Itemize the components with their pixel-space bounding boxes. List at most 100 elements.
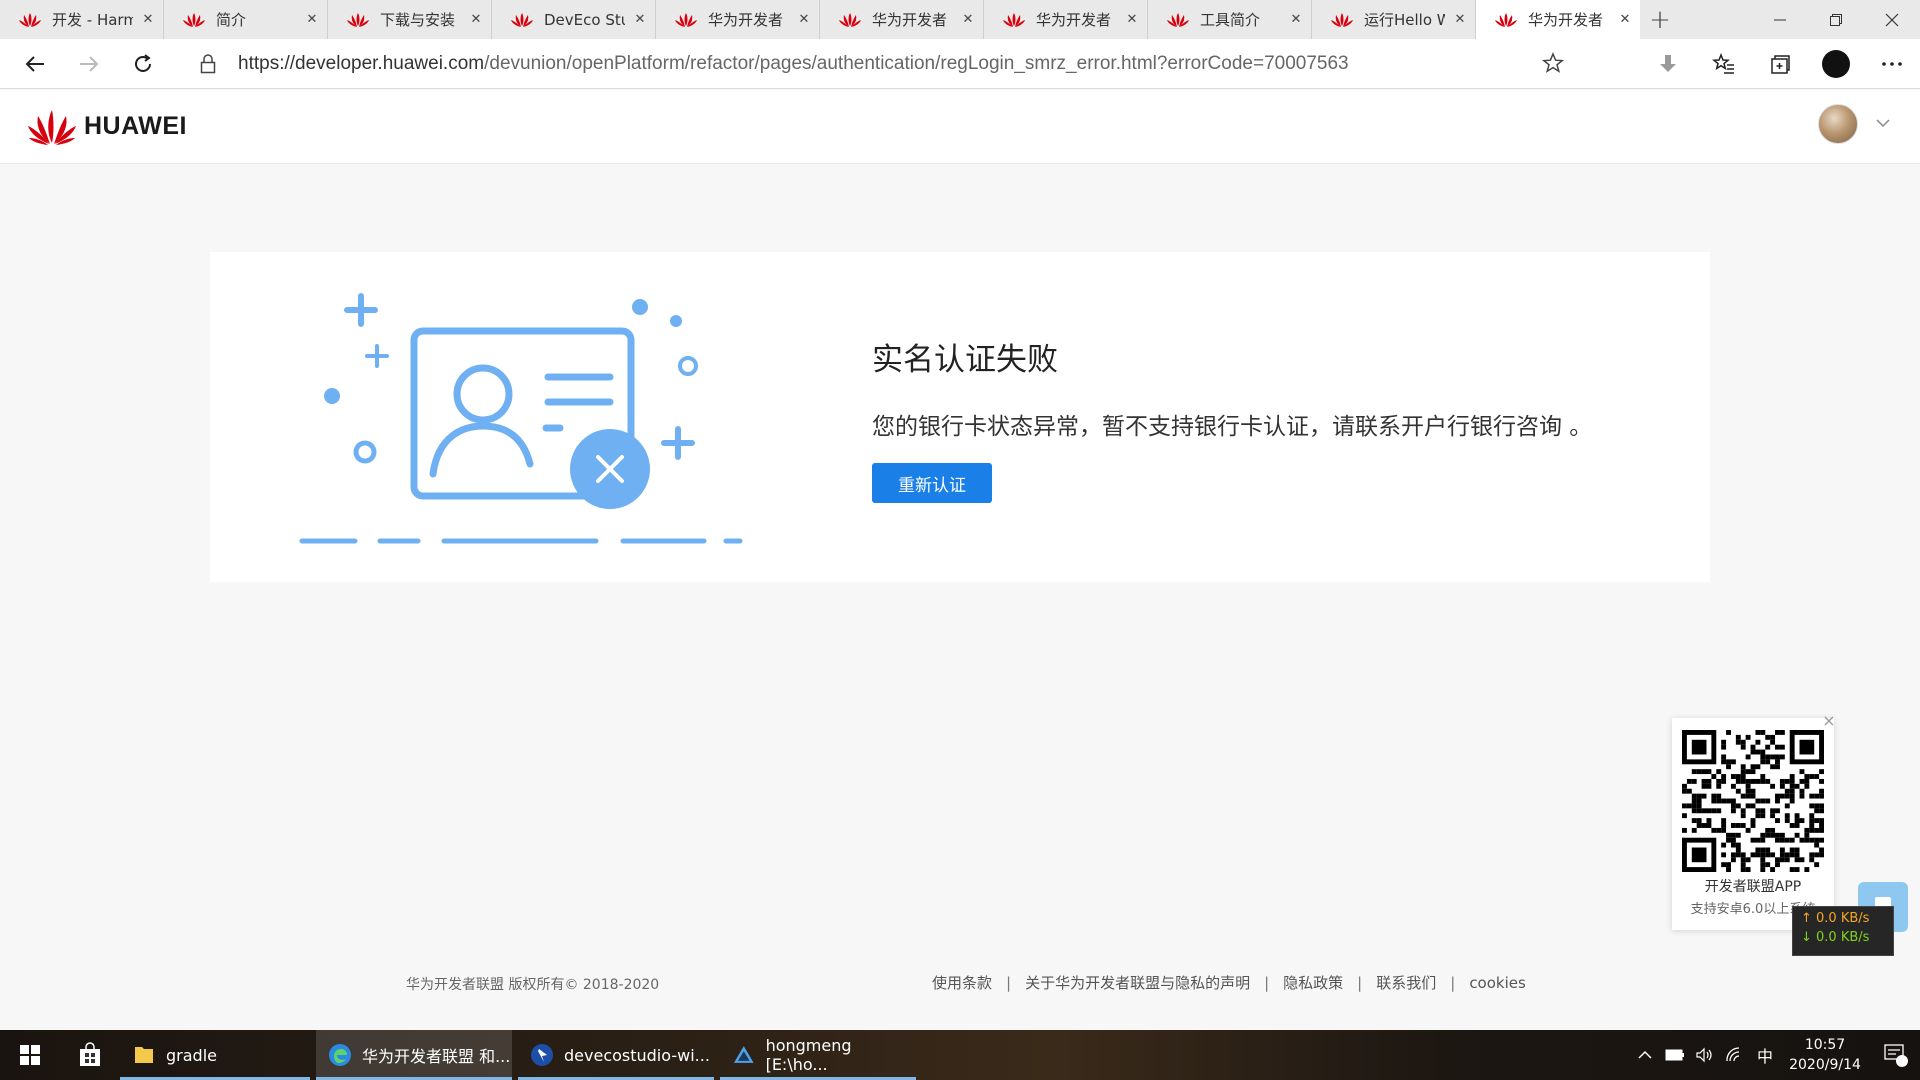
taskbar-item-hongmeng[interactable]: hongmeng [E:\ho... <box>720 1030 916 1080</box>
tab-title: 下载与安装 <box>380 11 456 29</box>
tab-close-icon[interactable]: ✕ <box>1281 12 1311 27</box>
taskbar-item-edge[interactable]: 华为开发者联盟 和... <box>316 1030 512 1080</box>
tab-title: DevEco Stuc <box>544 10 625 29</box>
browser-tab[interactable]: 下载与安装 ✕ <box>328 0 492 39</box>
clock-date: 2020/9/14 <box>1789 1057 1861 1073</box>
huawei-favicon-icon <box>510 12 534 28</box>
start-button[interactable] <box>0 1030 60 1080</box>
taskbar-item-gradle[interactable]: gradle <box>120 1030 310 1080</box>
net-speed-widget: ↑ 0.0 KB/s ↓ 0.0 KB/s <box>1792 906 1894 956</box>
tab-close-icon[interactable]: ✕ <box>461 12 491 27</box>
collections-icon[interactable] <box>1752 39 1808 89</box>
tab-close-icon[interactable]: ✕ <box>1117 12 1147 27</box>
clock-time: 10:57 <box>1804 1037 1846 1053</box>
upload-speed: ↑ 0.0 KB/s <box>1801 911 1870 926</box>
browser-tab[interactable]: 华为开发者 ✕ <box>656 0 820 39</box>
id-card-error-illustration <box>299 293 743 544</box>
footer-link-privacy-policy[interactable]: 隐私政策 <box>1269 972 1357 993</box>
browser-tab[interactable]: DevEco Stuc✕ <box>492 0 656 39</box>
footer-link-terms[interactable]: 使用条款 <box>918 972 1006 993</box>
qr-close-icon[interactable]: × <box>1820 712 1838 730</box>
address-bar[interactable]: https://developer.huawei.com/devunion/op… <box>180 44 1580 84</box>
windows-taskbar: gradle 华为开发者联盟 和... devecostudio-wi... h… <box>0 1030 1920 1080</box>
taskbar-clock[interactable]: 10:57 2020/9/14 <box>1780 1035 1870 1075</box>
volume-icon[interactable] <box>1690 1030 1720 1080</box>
tab-close-icon[interactable]: ✕ <box>133 12 163 27</box>
logo-text: HUAWEI <box>84 111 187 140</box>
tab-close-icon[interactable]: ✕ <box>297 12 327 27</box>
refresh-button[interactable] <box>116 39 170 89</box>
tab-close-icon[interactable]: ✕ <box>789 12 819 27</box>
ime-indicator[interactable]: 中 <box>1750 1030 1780 1080</box>
footer-link-cookies[interactable]: cookies <box>1455 974 1540 992</box>
store-button[interactable] <box>60 1030 120 1080</box>
tab-close-icon[interactable]: ✕ <box>1610 12 1640 27</box>
huawei-favicon-icon <box>1166 12 1190 28</box>
tab-title: 华为开发者 <box>872 11 948 29</box>
page-footer: 华为开发者联盟 版权所有© 2018-2020 使用条款 | 关于华为开发者联盟… <box>0 968 1920 998</box>
huawei-favicon-icon <box>1494 12 1518 28</box>
favorite-star-icon[interactable] <box>1541 52 1565 78</box>
tab-title: 简介 <box>216 11 247 29</box>
close-window-icon[interactable] <box>1864 0 1920 39</box>
url-path: /devunion/openPlatform/refactor/pages/au… <box>484 53 1349 74</box>
system-tray: 中 10:57 2020/9/14 <box>1630 1030 1920 1080</box>
back-arrow-icon <box>25 55 44 72</box>
toolbar-right <box>1640 39 1920 89</box>
huawei-logo[interactable]: HUAWEI <box>26 106 187 146</box>
settings-more-icon[interactable] <box>1864 39 1920 89</box>
huawei-favicon-icon <box>346 12 370 28</box>
huawei-favicon-icon <box>18 12 42 28</box>
download-icon[interactable] <box>1640 39 1696 89</box>
huawei-favicon-icon <box>838 12 862 28</box>
error-card: 实名认证失败 您的银行卡状态异常，暂不支持银行卡认证，请联系开户行银行咨询 。 … <box>210 252 1710 582</box>
user-avatar[interactable] <box>1818 104 1858 144</box>
taskbar-item-label: devecostudio-wi... <box>564 1045 710 1065</box>
qr-code-image <box>1682 730 1824 872</box>
browser-tab[interactable]: 工具简介 ✕ <box>1148 0 1312 39</box>
browser-tab[interactable]: 简介 ✕ <box>164 0 328 39</box>
back-button[interactable] <box>8 39 62 89</box>
huawei-favicon-icon <box>1330 12 1354 28</box>
folder-icon <box>135 1047 153 1063</box>
retry-auth-button[interactable]: 重新认证 <box>872 463 992 503</box>
profile-button[interactable] <box>1808 39 1864 89</box>
forward-button[interactable] <box>62 39 116 89</box>
browser-tab[interactable]: 华为开发者 ✕ <box>984 0 1148 39</box>
tab-close-icon[interactable]: ✕ <box>1445 12 1475 27</box>
tray-chevron-up-icon[interactable] <box>1630 1030 1660 1080</box>
minimize-icon[interactable] <box>1752 0 1808 39</box>
site-header: HUAWEI <box>0 90 1920 164</box>
notification-center-icon[interactable] <box>1870 1030 1920 1080</box>
taskbar-item-label: 华为开发者联盟 和... <box>362 1047 511 1066</box>
restore-icon[interactable] <box>1808 0 1864 39</box>
tab-title: 运行Hello W <box>1364 11 1445 29</box>
browser-tab[interactable]: 开发 - Harm ✕ <box>0 0 164 39</box>
wifi-icon[interactable] <box>1720 1030 1750 1080</box>
error-title: 实名认证失败 <box>872 342 1058 378</box>
window-controls <box>1752 0 1920 39</box>
taskbar-item-label: hongmeng [E:\ho... <box>765 1036 852 1074</box>
new-tab-button[interactable]: + <box>1640 0 1680 39</box>
error-message: 您的银行卡状态异常，暂不支持银行卡认证，请联系开户行银行咨询 。 <box>872 414 1593 440</box>
profile-avatar <box>1822 50 1850 78</box>
battery-icon[interactable] <box>1660 1030 1690 1080</box>
forward-arrow-icon <box>80 55 99 72</box>
taskbar-item-devecostudio[interactable]: devecostudio-wi... <box>518 1030 714 1080</box>
edge-browser-icon <box>329 1044 351 1066</box>
lock-icon[interactable] <box>194 49 222 79</box>
browser-tab[interactable]: 华为开发者 ✕ <box>1476 0 1640 39</box>
browser-tab[interactable]: 华为开发者 ✕ <box>820 0 984 39</box>
tab-title: 开发 - Harm <box>52 11 133 29</box>
favorites-icon[interactable] <box>1696 39 1752 89</box>
footer-link-contact[interactable]: 联系我们 <box>1362 972 1450 993</box>
tab-close-icon[interactable]: ✕ <box>625 12 655 27</box>
footer-links: 使用条款 | 关于华为开发者联盟与隐私的声明 | 隐私政策 | 联系我们 | c… <box>918 972 1540 993</box>
chevron-down-icon[interactable] <box>1872 112 1894 134</box>
footer-link-privacy-statement[interactable]: 关于华为开发者联盟与隐私的声明 <box>1011 972 1264 993</box>
browser-tab[interactable]: 运行Hello W ✕ <box>1312 0 1476 39</box>
tab-close-icon[interactable]: ✕ <box>953 12 983 27</box>
url-text[interactable]: https://developer.huawei.com/devunion/op… <box>238 53 1349 75</box>
tab-title: 华为开发者 <box>1036 11 1112 29</box>
copyright-text: 华为开发者联盟 版权所有© 2018-2020 <box>406 977 660 993</box>
